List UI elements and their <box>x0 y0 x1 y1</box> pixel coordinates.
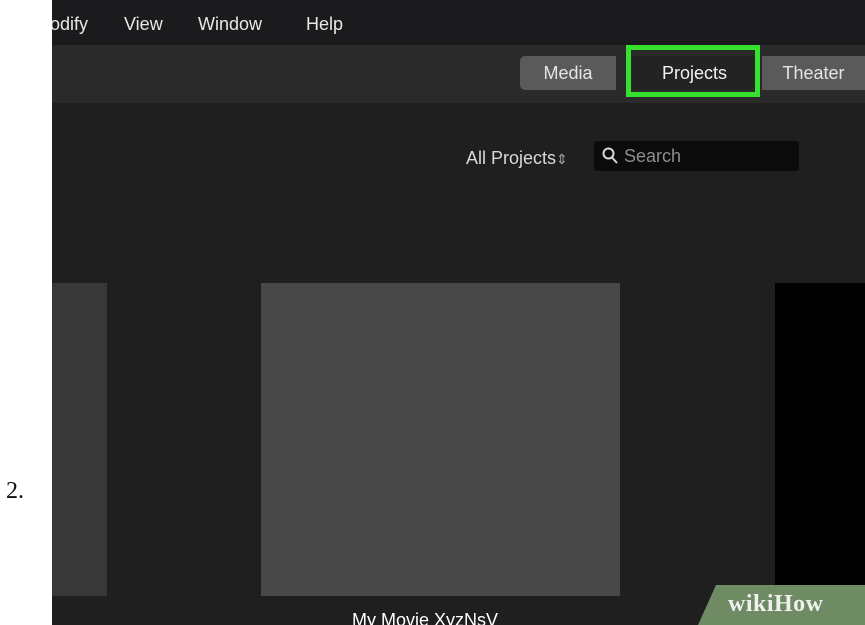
menu-bar: odify View Window Help <box>52 0 865 45</box>
updown-chevron-icon: ⇕ <box>556 151 568 167</box>
step-number: 2. <box>6 478 24 504</box>
watermark-logo: wikiHow <box>728 591 824 617</box>
imovie-window: odify View Window Help Media Projects Th… <box>52 0 865 625</box>
filter-label: All Projects <box>466 148 557 168</box>
search-icon <box>602 147 618 164</box>
wikihow-watermark: wikiHow <box>698 585 865 625</box>
menu-help[interactable]: Help <box>306 14 343 35</box>
project-title[interactable]: My Movie XyzNsV <box>352 610 498 625</box>
projects-filter-dropdown[interactable]: All Projects⇕ <box>466 148 568 169</box>
toolbar: Media Projects Theater <box>52 45 865 103</box>
menu-window[interactable]: Window <box>198 14 262 35</box>
search-input[interactable]: Search <box>624 141 681 171</box>
menu-view[interactable]: View <box>124 14 163 35</box>
tab-media[interactable]: Media <box>520 56 616 90</box>
menu-modify[interactable]: odify <box>52 14 88 35</box>
projects-highlight-box <box>626 45 760 97</box>
search-field[interactable]: Search <box>594 141 799 171</box>
project-thumbnail[interactable] <box>261 283 620 596</box>
project-thumbnail-right[interactable] <box>775 283 865 596</box>
project-thumbnail-left[interactable] <box>52 283 107 596</box>
tab-theater[interactable]: Theater <box>762 56 865 90</box>
